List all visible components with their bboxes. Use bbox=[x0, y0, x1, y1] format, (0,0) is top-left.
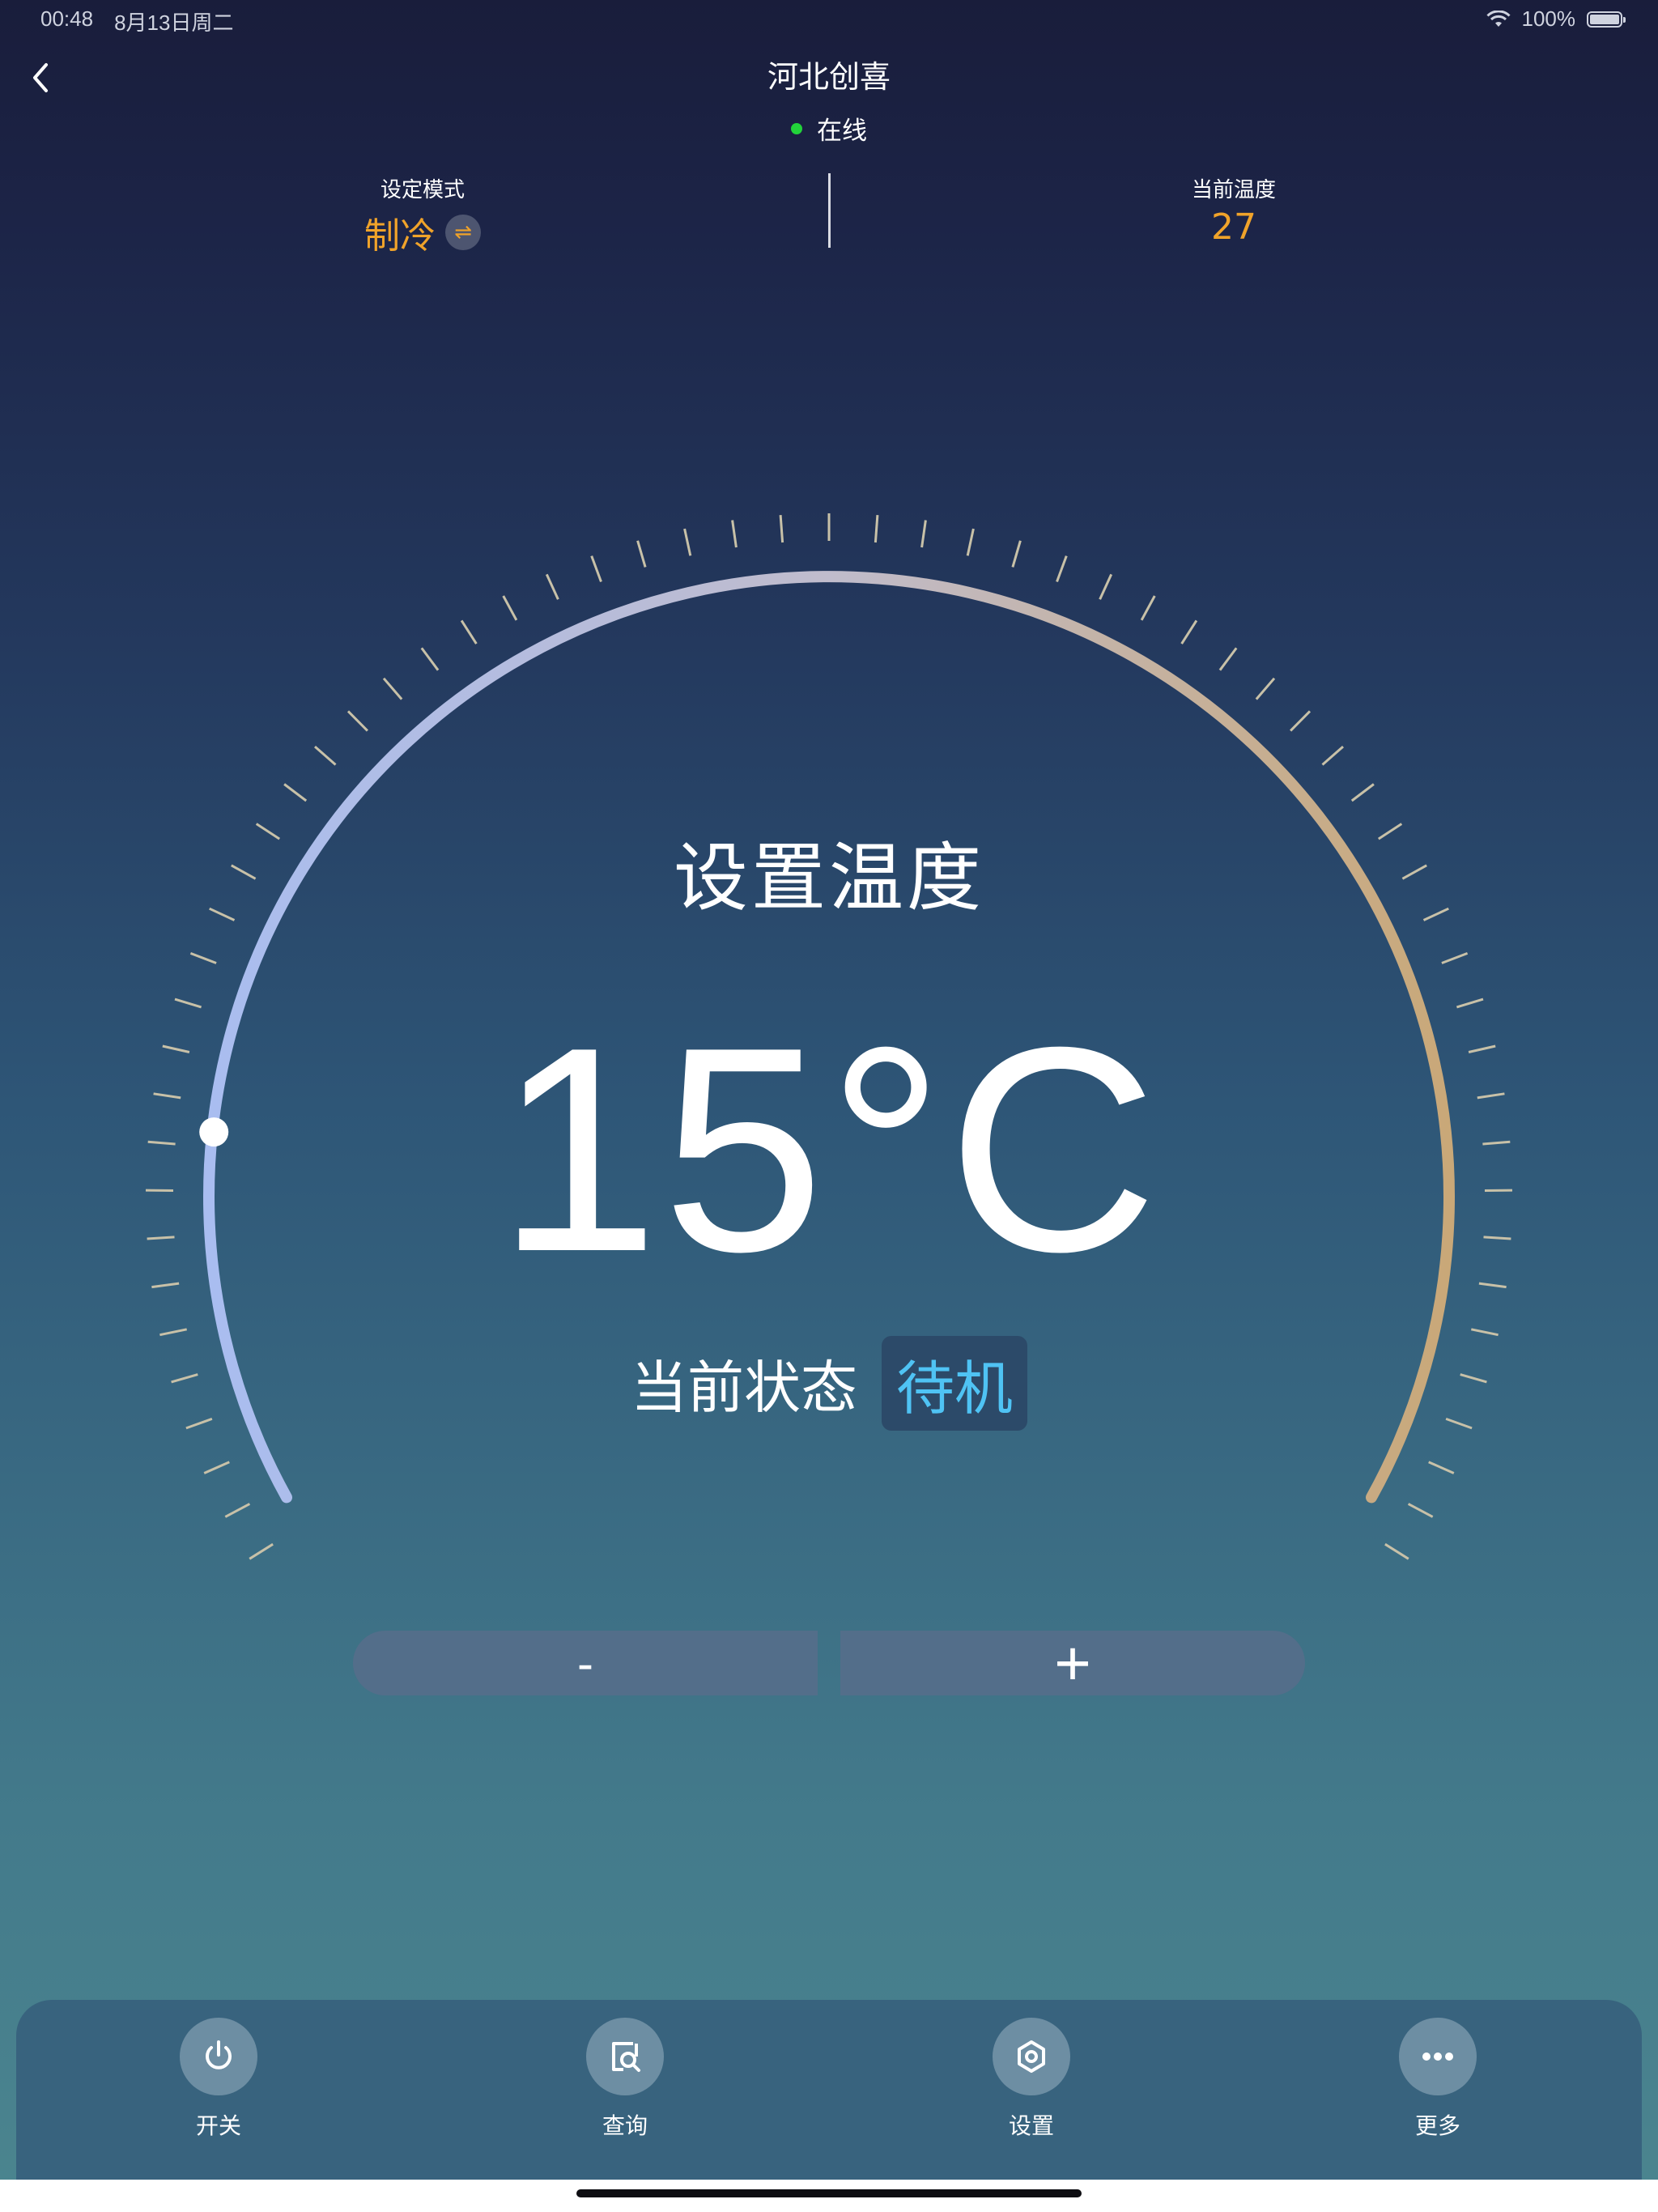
state-label: 当前状态 bbox=[630, 1355, 857, 1421]
nav-query[interactable]: 查询 bbox=[544, 2018, 706, 2141]
nav-settings-label: 设置 bbox=[1008, 2112, 1054, 2139]
dial-tick bbox=[1470, 1328, 1499, 1337]
dial-tick bbox=[159, 1328, 188, 1337]
dial-tick bbox=[314, 745, 337, 766]
set-temperature-label: 设置温度 bbox=[673, 835, 984, 921]
state-badge: 待机 bbox=[881, 1336, 1027, 1431]
dial-tick bbox=[1099, 573, 1113, 600]
dial-tick bbox=[545, 573, 559, 600]
dial-tick bbox=[731, 520, 738, 548]
state-row: 当前状态 待机 bbox=[0, 1336, 1658, 1431]
dial-tick bbox=[1180, 619, 1198, 644]
nav-more-label: 更多 bbox=[1414, 2112, 1460, 2139]
dial-tick bbox=[203, 1461, 230, 1474]
dial-tick bbox=[1407, 1503, 1434, 1518]
dial-tick bbox=[636, 540, 647, 568]
dial-tick bbox=[502, 595, 518, 621]
dial-tick bbox=[1140, 595, 1156, 621]
query-icon bbox=[612, 2042, 640, 2072]
dial-tick bbox=[590, 555, 602, 583]
dial-tick bbox=[1321, 745, 1344, 766]
nav-power[interactable]: 开关 bbox=[138, 2018, 300, 2141]
dial-tick bbox=[966, 528, 975, 556]
dial-tick bbox=[1350, 783, 1375, 802]
power-icon bbox=[206, 2040, 232, 2069]
dial-tick bbox=[249, 1542, 274, 1560]
set-temperature-value: 15°C bbox=[496, 987, 1162, 1312]
dial-tick bbox=[1384, 1542, 1409, 1560]
dial-tick bbox=[224, 1503, 251, 1518]
nav-query-label: 查询 bbox=[602, 2112, 648, 2139]
dial-tick bbox=[346, 710, 368, 732]
dial-tick bbox=[1441, 951, 1469, 964]
decrease-button[interactable]: - bbox=[353, 1631, 818, 1695]
home-indicator[interactable] bbox=[576, 2189, 1082, 2197]
more-icon bbox=[1422, 2052, 1453, 2061]
nav-settings-circle[interactable] bbox=[993, 2018, 1070, 2095]
dial-tick bbox=[1218, 647, 1238, 671]
dial-tick bbox=[1428, 1461, 1455, 1474]
dial-tick bbox=[1011, 540, 1022, 568]
dial-tick bbox=[1056, 555, 1068, 583]
dial-tick bbox=[1290, 710, 1312, 732]
dial-tick bbox=[283, 783, 308, 802]
dial-tick bbox=[779, 514, 784, 543]
dial-tick bbox=[683, 528, 692, 556]
settings-icon bbox=[1018, 2040, 1045, 2073]
increase-button[interactable]: + bbox=[840, 1627, 1305, 1699]
nav-power-label: 开关 bbox=[195, 2112, 241, 2139]
nav-more-circle[interactable] bbox=[1399, 2018, 1477, 2095]
nav-query-circle[interactable] bbox=[586, 2018, 664, 2095]
dial-tick bbox=[420, 647, 440, 671]
dial-tick bbox=[1255, 677, 1276, 700]
dial-tick bbox=[874, 514, 879, 543]
dial-tick bbox=[460, 619, 478, 644]
dial-tick bbox=[189, 951, 217, 964]
nav-power-circle[interactable] bbox=[180, 2018, 257, 2095]
nav-more[interactable]: 更多 bbox=[1357, 2018, 1519, 2141]
nav-settings[interactable]: 设置 bbox=[950, 2018, 1112, 2141]
dial-tick bbox=[382, 677, 403, 700]
dial-tick bbox=[920, 520, 927, 548]
